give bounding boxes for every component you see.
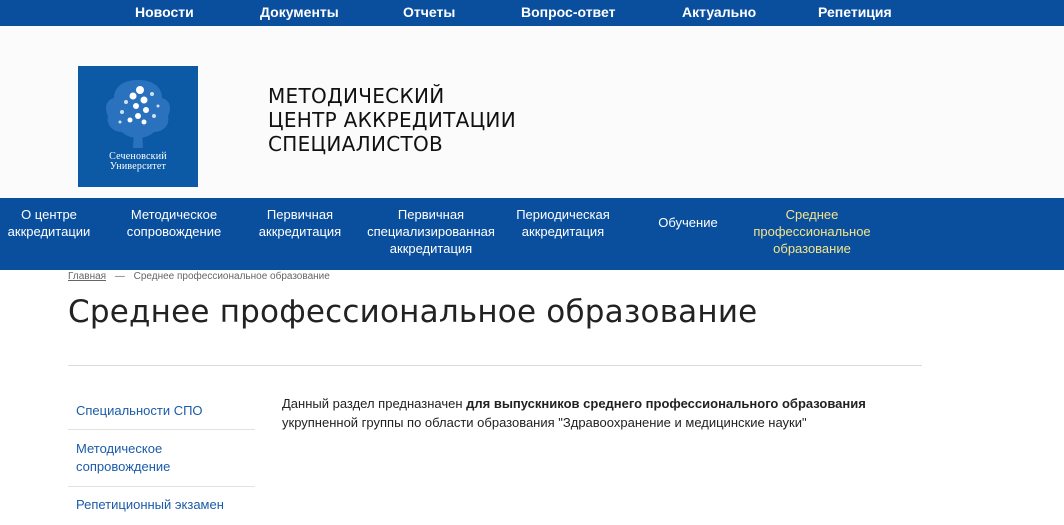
top-nav-actual[interactable]: Актуально <box>682 4 756 20</box>
top-nav-rehearsal[interactable]: Репетиция <box>818 4 892 20</box>
main-nav-methodical-line1: Методическое <box>130 207 218 222</box>
intro-bold: для выпускников среднего профессионально… <box>466 396 866 411</box>
top-nav-reports[interactable]: Отчеты <box>403 4 455 20</box>
breadcrumb: Главная — Среднее профессиональное образ… <box>68 271 330 282</box>
main-nav-primary-line2: аккредитация <box>258 224 342 239</box>
page-title: Среднее профессиональное образование <box>68 294 758 330</box>
main-nav-about[interactable]: О центре аккредитации <box>2 206 96 240</box>
main-nav-methodical[interactable]: Методическое сопровождение <box>118 206 230 240</box>
main-nav-primary-line1: Первичная <box>266 207 334 222</box>
main-nav-periodic-line2: аккредитация <box>521 224 605 239</box>
main-nav-primary-specialized-line3: аккредитация <box>389 241 473 256</box>
university-logo[interactable]: Сеченовский Университет <box>78 66 198 187</box>
main-nav-primary[interactable]: Первичная аккредитация <box>250 206 350 240</box>
sidebar-menu: Специальности СПО Методическое сопровожд… <box>68 388 255 525</box>
intro-suffix: укрупненной группы по области образовани… <box>282 415 807 430</box>
main-nav-about-line1: О центре <box>21 207 77 222</box>
sidebar-item-rehearsal-exam[interactable]: Репетиционный экзамен <box>68 487 255 525</box>
site-title-line2: ЦЕНТР АККРЕДИТАЦИИ <box>268 108 516 132</box>
main-nav-secondary-education-line3: образование <box>773 241 851 256</box>
logo-text-line2: Университет <box>109 161 167 172</box>
top-nav-bar: Новости Документы Отчеты Вопрос-ответ Ак… <box>0 0 1064 26</box>
intro-prefix: Данный раздел предназначен <box>282 396 467 411</box>
main-nav-about-line2: аккредитации <box>7 224 91 239</box>
sidebar-item-methodical[interactable]: Методическое сопровождение <box>68 430 198 487</box>
main-nav: О центре аккредитации Методическое сопро… <box>0 198 1064 270</box>
main-nav-methodical-line2: сопровождение <box>126 224 222 239</box>
main-nav-primary-specialized-line1: Первичная <box>397 207 465 222</box>
main-nav-secondary-education-line1: Среднее <box>785 207 839 222</box>
top-nav-faq[interactable]: Вопрос-ответ <box>521 4 615 20</box>
site-title-line3: СПЕЦИАЛИСТОВ <box>268 132 444 156</box>
site-header: Сеченовский Университет МЕТОДИЧЕСКИЙ ЦЕН… <box>0 26 1064 198</box>
main-nav-primary-specialized-line2: специализированная <box>367 224 495 239</box>
breadcrumb-home-link[interactable]: Главная <box>68 271 106 282</box>
site-title: МЕТОДИЧЕСКИЙ ЦЕНТР АККРЕДИТАЦИИ СПЕЦИАЛИ… <box>268 84 516 156</box>
main-nav-periodic-line1: Периодическая <box>516 207 610 222</box>
sidebar-item-specialties[interactable]: Специальности СПО <box>68 388 255 430</box>
breadcrumb-current: Среднее профессиональное образование <box>133 271 330 282</box>
main-nav-primary-specialized[interactable]: Первичная специализированная аккредитаци… <box>360 206 502 257</box>
intro-text: Данный раздел предназначен для выпускник… <box>282 394 932 432</box>
top-nav-documents[interactable]: Документы <box>260 4 339 20</box>
breadcrumb-separator: — <box>114 271 125 282</box>
main-nav-training[interactable]: Обучение <box>648 214 728 231</box>
tree-icon <box>106 80 170 148</box>
top-nav-news[interactable]: Новости <box>135 4 194 20</box>
main-nav-secondary-education-line2: профессиональное <box>753 224 871 239</box>
title-divider <box>68 365 922 366</box>
main-nav-training-line1: Обучение <box>658 215 718 230</box>
site-title-line1: МЕТОДИЧЕСКИЙ <box>268 84 445 108</box>
main-nav-periodic[interactable]: Периодическая аккредитация <box>508 206 618 240</box>
main-nav-secondary-education[interactable]: Среднее профессиональное образование <box>744 206 880 257</box>
